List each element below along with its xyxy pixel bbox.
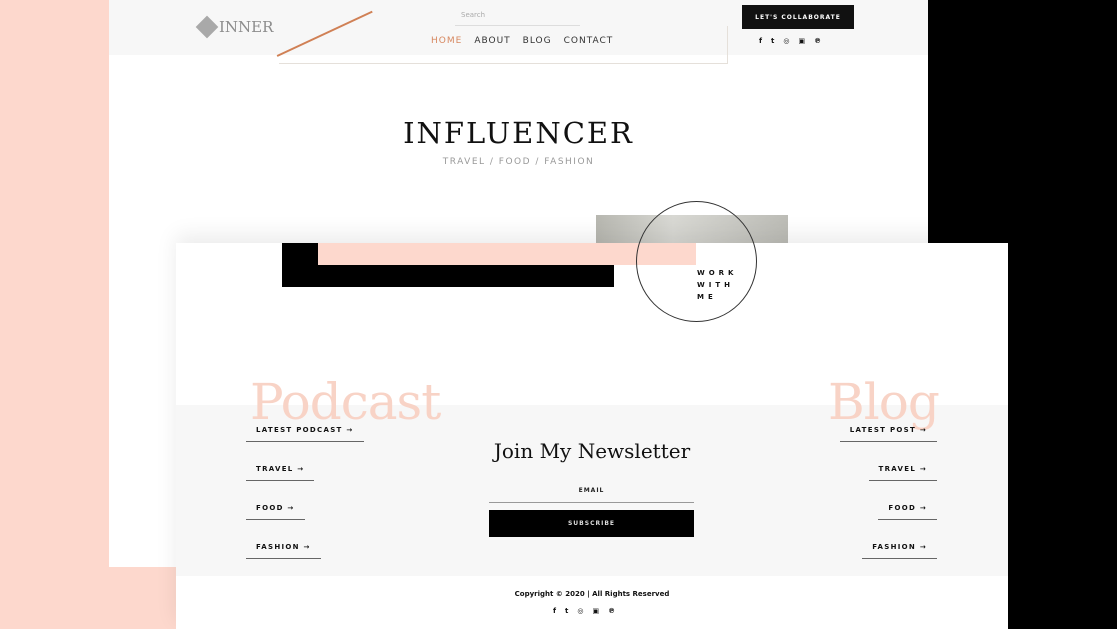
front-page-preview: WORK WITH ME Podcast Blog LATEST PODCAST… — [176, 201, 1008, 629]
youtube-icon[interactable]: ▣ — [799, 37, 806, 45]
instagram-icon[interactable]: ◎ — [783, 37, 789, 45]
pinterest-icon[interactable]: ℗ — [608, 607, 615, 615]
youtube-icon[interactable]: ▣ — [593, 607, 600, 615]
facebook-icon[interactable]: f — [759, 37, 762, 45]
search-input[interactable]: Search — [455, 8, 580, 26]
work-with-me-link[interactable]: WORK WITH ME — [697, 267, 747, 303]
hero-title: INFLUENCER — [403, 116, 634, 150]
podcast-heading: Podcast — [250, 373, 441, 431]
instagram-icon[interactable]: ◎ — [577, 607, 583, 615]
logo-diamond-icon — [195, 15, 219, 39]
podcast-link-fashion[interactable]: FASHION → — [246, 543, 321, 559]
copyright: Copyright © 2020 | All Rights Reserved — [514, 590, 670, 598]
facebook-icon[interactable]: f — [553, 607, 556, 615]
blog-link-travel[interactable]: TRAVEL → — [868, 465, 937, 481]
subscribe-button[interactable]: SUBSCRIBE — [489, 510, 694, 537]
nav-home[interactable]: HOME — [431, 36, 462, 46]
nav-contact[interactable]: CONTACT — [564, 36, 614, 46]
twitter-icon[interactable]: t — [565, 607, 568, 615]
header-social: f t ◎ ▣ ℗ — [759, 37, 821, 45]
newsletter-title: Join My Newsletter — [493, 439, 691, 463]
hero-subtitle: TRAVEL / FOOD / FASHION — [442, 157, 595, 167]
blog-link-fashion[interactable]: FASHION → — [862, 543, 937, 559]
nav-about[interactable]: ABOUT — [474, 36, 510, 46]
footer-social: f t ◎ ▣ ℗ — [553, 607, 615, 615]
twitter-icon[interactable]: t — [771, 37, 774, 45]
email-input[interactable]: EMAIL — [489, 487, 694, 503]
logo[interactable]: INNER — [195, 15, 274, 39]
pinterest-icon[interactable]: ℗ — [814, 37, 821, 45]
main-nav: HOME ABOUT BLOG CONTACT — [431, 36, 613, 46]
logo-text: INNER — [219, 18, 274, 36]
blog-heading: Blog — [828, 373, 940, 431]
work-circle[interactable] — [636, 201, 757, 322]
podcast-link-travel[interactable]: TRAVEL → — [246, 465, 315, 481]
collaborate-button[interactable]: LET'S COLLABORATE — [742, 5, 854, 29]
nav-blog[interactable]: BLOG — [523, 36, 552, 46]
blog-link-food[interactable]: FOOD → — [878, 504, 937, 520]
podcast-link-food[interactable]: FOOD → — [246, 504, 305, 520]
